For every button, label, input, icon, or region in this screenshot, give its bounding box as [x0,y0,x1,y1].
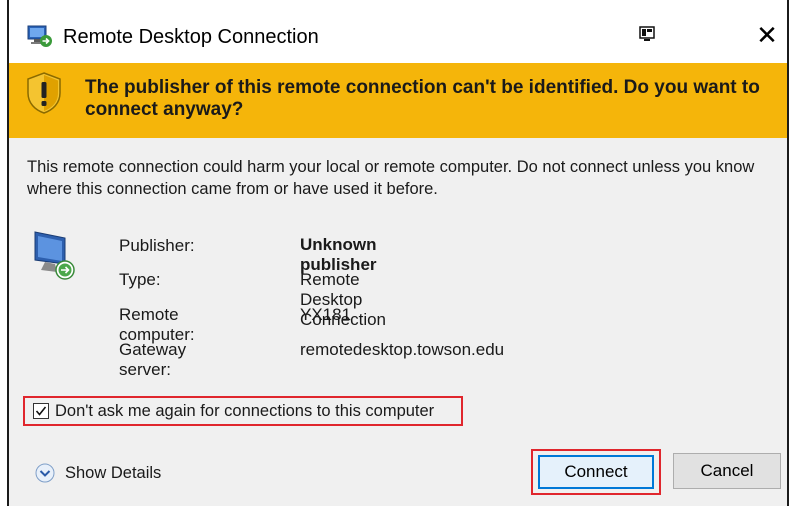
chevron-down-icon[interactable] [35,463,55,483]
cancel-button[interactable]: Cancel [673,453,781,489]
gateway-server-value: remotedesktop.towson.edu [300,340,505,359]
banner-message: The publisher of this remote connection … [85,77,760,120]
remote-computer-value: YX181 [300,305,352,324]
warning-shield-icon [25,71,63,115]
publisher-label: Publisher: [119,236,195,255]
remote-desktop-icon [27,24,53,48]
window-frame-right [787,0,789,506]
remote-computer-label: Remote computer: [119,305,195,344]
pin-icon[interactable] [639,26,655,42]
remote-monitor-icon [31,228,81,284]
type-label: Type: [119,270,161,289]
dont-ask-label[interactable]: Don't ask me again for connections to th… [55,402,434,421]
window-title: Remote Desktop Connection [63,26,319,48]
dont-ask-checkbox[interactable] [33,403,49,419]
close-icon[interactable]: ✕ [753,20,781,50]
remote-desktop-dialog: Remote Desktop Connection ✕ The publishe… [9,0,787,506]
connect-highlight: Connect [531,449,661,495]
warning-description: This remote connection could harm your l… [27,158,755,198]
connect-button[interactable]: Connect [538,455,654,489]
title-bar[interactable]: Remote Desktop Connection ✕ [9,0,787,63]
dont-ask-option[interactable]: Don't ask me again for connections to th… [23,396,463,426]
warning-banner: The publisher of this remote connection … [9,63,787,138]
gateway-server-label: Gateway server: [119,340,187,379]
show-details-label[interactable]: Show Details [65,464,161,483]
publisher-value: Unknown publisher [300,235,377,274]
